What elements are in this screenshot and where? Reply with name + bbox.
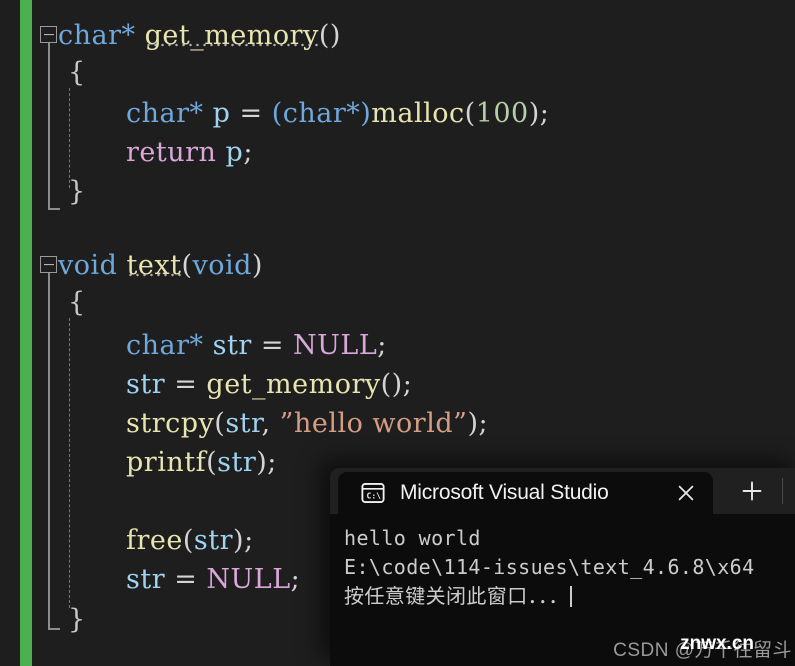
token-parens-semi: ();: [380, 369, 413, 400]
terminal-tab[interactable]: C:\ Microsoft Visual Studio: [338, 472, 713, 514]
token-variable-str: str: [126, 564, 166, 595]
token-keyword-null: NULL: [293, 330, 378, 361]
token-keyword-return: return: [126, 137, 217, 168]
terminal-line-2: E:\code\114-issues\text_4.6.8\x64: [344, 555, 755, 579]
code-line-9[interactable]: str = get_memory();: [126, 365, 412, 405]
code-line-12[interactable]: free(str);: [126, 521, 254, 561]
token-assign: =: [165, 564, 207, 595]
token-paren-open: (: [214, 408, 226, 439]
code-line-6[interactable]: void text(void): [58, 246, 263, 286]
terminal-line-3: 按任意键关闭此窗口．．．: [344, 582, 795, 611]
token-keyword-char: char*: [126, 330, 204, 361]
token-parens: (): [318, 20, 341, 51]
token-variable-str: str: [193, 525, 234, 556]
token-number-100: 100: [475, 98, 529, 129]
code-line-11[interactable]: printf(str);: [126, 443, 277, 483]
code-line-7[interactable]: {: [68, 283, 86, 323]
code-line-4[interactable]: return p;: [126, 133, 253, 173]
terminal-titlebar[interactable]: C:\ Microsoft Visual Studio: [330, 468, 795, 514]
code-line-3[interactable]: char* p = (char*)malloc(100);: [126, 94, 549, 134]
svg-text:C:\: C:\: [367, 491, 382, 500]
token-function-get-memory: get_memory: [206, 369, 381, 400]
code-line-10[interactable]: strcpy(str, ”hello world”);: [126, 404, 488, 444]
code-line-8[interactable]: char* str = NULL;: [126, 326, 387, 366]
token-cast-char: (char*): [271, 98, 372, 129]
token-variable-str: str: [225, 408, 262, 439]
code-line-2[interactable]: {: [68, 53, 86, 93]
token-variable-str: str: [126, 369, 166, 400]
token-keyword-void: void: [58, 250, 118, 281]
token-paren-close: ): [251, 250, 263, 281]
token-paren-close-semi: );: [467, 408, 489, 439]
token-assign: =: [165, 369, 207, 400]
token-function-free: free: [126, 525, 183, 556]
titlebar-separator: [782, 478, 784, 504]
token-function-printf: printf: [126, 447, 207, 478]
token-paren-open: (: [182, 525, 194, 556]
command-prompt-icon: C:\: [361, 482, 385, 504]
new-tab-icon[interactable]: [740, 479, 764, 503]
terminal-window[interactable]: C:\ Microsoft Visual Studio hello world …: [330, 468, 795, 666]
token-paren-open: (: [464, 98, 476, 129]
code-line-5[interactable]: }: [68, 172, 86, 212]
token-comma: ,: [261, 408, 280, 439]
token-variable-p: p: [225, 137, 244, 168]
editor-gutter: [0, 0, 20, 666]
token-keyword-void-param: void: [192, 250, 252, 281]
token-assign: =: [251, 330, 294, 361]
terminal-line-3-text: 按任意键关闭此窗口．．．: [344, 584, 569, 608]
token-paren-close-semi: );: [528, 98, 550, 129]
token-semicolon: ;: [377, 330, 387, 361]
token-semicolon: ;: [243, 137, 253, 168]
terminal-caret: [569, 586, 572, 607]
token-keyword-char: char*: [126, 98, 204, 129]
change-tracking-bar: [20, 0, 32, 666]
watermark-znwx: znwx.cn: [680, 633, 754, 654]
token-function-get-memory: get_memory: [144, 20, 319, 51]
token-function-strcpy: strcpy: [126, 408, 215, 439]
token-function-malloc: malloc: [371, 98, 465, 129]
token-variable-str: str: [212, 330, 252, 361]
terminal-line-1: hello world: [344, 526, 481, 550]
token-semicolon: ;: [290, 564, 301, 595]
token-paren-open: (: [206, 447, 218, 478]
terminal-tab-title: Microsoft Visual Studio: [400, 481, 609, 504]
token-variable-p: p: [212, 98, 231, 129]
token-string-hello-world: ”hello world”: [279, 408, 468, 439]
screenshot-root: char* get_memory() { char* p = (char*)ma…: [0, 0, 795, 666]
token-assign: =: [230, 98, 272, 129]
token-paren-close-semi: );: [256, 447, 277, 478]
code-line-13[interactable]: str = NULL;: [126, 560, 300, 600]
token-function-text: text: [126, 250, 182, 281]
token-keyword-char: char*: [58, 20, 136, 51]
token-variable-str: str: [217, 447, 257, 478]
close-icon[interactable]: [675, 482, 697, 504]
token-paren-close-semi: );: [233, 525, 254, 556]
code-line-14[interactable]: }: [68, 600, 86, 640]
token-paren-open: (: [181, 250, 193, 281]
code-line-1[interactable]: char* get_memory(): [58, 16, 341, 56]
token-keyword-null: NULL: [206, 564, 291, 595]
